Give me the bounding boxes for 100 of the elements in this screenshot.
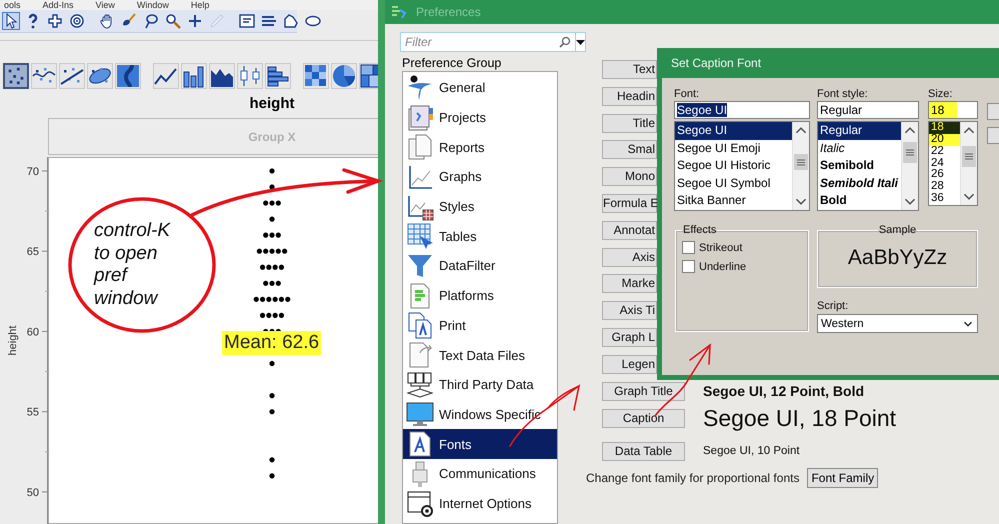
box-plot-icon[interactable] — [237, 62, 263, 88]
font-button[interactable]: Graph L — [602, 328, 657, 347]
list-item[interactable]: Print — [403, 310, 557, 340]
list-item[interactable]: Text Data Files — [403, 340, 557, 370]
list-item[interactable]: 24 — [929, 158, 960, 170]
list-item[interactable]: Segoe UI Historic — [675, 157, 792, 175]
text-box-icon[interactable] — [238, 12, 256, 30]
list-item[interactable]: Sitka Banner — [675, 192, 792, 210]
font-button[interactable]: Axis Ti — [602, 301, 657, 320]
scrollbar-thumb[interactable] — [962, 146, 976, 167]
stacked-documents-icon — [406, 370, 434, 399]
search-icon[interactable] — [559, 36, 571, 48]
list-item[interactable]: Styles — [403, 192, 557, 222]
font-button[interactable]: Mono — [602, 167, 657, 186]
font-button[interactable]: Graph Title — [602, 382, 685, 401]
list-item[interactable]: Semibold Itali — [818, 174, 901, 192]
font-description: Segoe UI, 12 Point, Bold — [703, 383, 864, 400]
menu-item[interactable]: Help — [190, 0, 210, 10]
shape-icon[interactable] — [282, 12, 300, 30]
grip-icon — [797, 158, 805, 166]
font-button[interactable]: Caption — [602, 408, 685, 428]
list-item[interactable]: Italic — [818, 140, 901, 158]
menu-item[interactable]: Add-Ins — [42, 0, 74, 10]
pie-chart-icon[interactable] — [331, 62, 357, 88]
font-family-button[interactable]: Font Family — [807, 468, 878, 488]
font-button[interactable]: Marke — [602, 274, 657, 294]
list-item[interactable]: Regular — [818, 122, 901, 140]
scatter-curve-icon[interactable] — [31, 62, 57, 88]
list-item[interactable]: Tables — [403, 221, 557, 252]
font-button[interactable]: Data Table — [602, 442, 685, 461]
list-item[interactable]: Reports — [403, 132, 557, 162]
font-button[interactable]: Legen — [602, 354, 657, 374]
font-description: Segoe UI, 10 Point — [703, 445, 800, 458]
list-item[interactable]: Fonts — [403, 429, 557, 459]
list-item[interactable]: Graphs — [403, 162, 557, 192]
list-item[interactable]: Platforms — [403, 280, 557, 310]
list-item[interactable]: 26 — [929, 169, 960, 182]
menu-item[interactable]: ools — [4, 0, 21, 10]
list-item[interactable]: Windows Specific — [403, 400, 557, 430]
app-icon — [392, 5, 408, 19]
histogram-icon[interactable] — [265, 62, 291, 88]
menu-item[interactable]: Window — [136, 0, 169, 10]
treemap-icon[interactable] — [359, 62, 378, 88]
size-field[interactable]: 18 — [928, 101, 978, 119]
scrollbar-thumb[interactable] — [794, 154, 808, 170]
font-field[interactable]: Segoe UI — [674, 101, 810, 119]
chart-title: height — [248, 94, 296, 114]
scrollbar[interactable] — [792, 122, 809, 210]
field-label: Font: — [674, 88, 700, 100]
font-description: Segoe UI, 18 Point — [703, 404, 896, 432]
contour-icon[interactable] — [115, 62, 141, 88]
font-button[interactable]: Annotat — [602, 220, 657, 240]
dropdown-button[interactable] — [576, 32, 586, 52]
script-dropdown[interactable]: Western — [817, 314, 978, 333]
list-item[interactable]: Internet Options — [403, 488, 557, 518]
sample-text: AaBbYyZz — [848, 246, 948, 270]
area-chart-icon[interactable] — [209, 62, 235, 88]
font-button[interactable]: Axis — [602, 248, 657, 267]
list-item[interactable]: Communications — [403, 458, 557, 489]
list-item[interactable]: Segoe UI Emoji — [675, 140, 792, 158]
caret-icon — [576, 40, 585, 44]
list-item[interactable]: 18 — [929, 122, 960, 134]
list-item[interactable]: 22 — [929, 146, 960, 158]
checkbox[interactable] — [682, 260, 695, 273]
target-icon[interactable] — [68, 12, 86, 30]
scatter-plot-icon[interactable] — [3, 62, 29, 88]
heatmap-icon[interactable] — [303, 62, 329, 88]
tick-label: 55 — [26, 406, 39, 419]
crosshair-icon[interactable] — [46, 12, 64, 30]
checkbox[interactable] — [682, 241, 695, 254]
list-item[interactable]: Bold — [818, 192, 901, 210]
list-item[interactable]: Segoe UI — [675, 122, 792, 140]
scrollbar-thumb[interactable] — [903, 142, 917, 163]
bar-chart-icon[interactable] — [181, 62, 207, 88]
filter-field[interactable]: Filter — [400, 32, 576, 52]
style-field[interactable]: Regular — [817, 101, 919, 119]
list-item[interactable]: Semibold — [818, 157, 901, 175]
scrollbar[interactable] — [960, 122, 977, 205]
stacked-pages-icon — [406, 104, 434, 132]
list-item[interactable]: General — [403, 73, 557, 103]
list-item[interactable]: DataFilter — [403, 251, 557, 281]
group-label: Sample — [878, 224, 918, 236]
list-item[interactable]: 20 — [929, 134, 960, 146]
font-button[interactable]: Title — [602, 114, 657, 133]
list-item[interactable]: 36 — [929, 193, 960, 205]
arrow-pointer-icon[interactable] — [2, 12, 20, 30]
grip-icon — [965, 153, 973, 160]
list-item[interactable]: Projects — [403, 102, 557, 132]
magnifier-icon[interactable] — [164, 12, 182, 30]
list-item[interactable]: Third Party Data — [403, 370, 557, 400]
plus-icon[interactable] — [186, 12, 204, 30]
menu-item[interactable]: View — [96, 0, 115, 10]
tick-label: 50 — [26, 486, 39, 499]
scrollbar[interactable] — [901, 122, 918, 210]
list-item[interactable]: Segoe UI Symbol — [675, 174, 792, 192]
font-button[interactable]: Headin — [602, 86, 657, 106]
font-button[interactable]: Text — [602, 60, 657, 79]
font-button[interactable]: Smal — [602, 140, 657, 160]
line-chart-icon[interactable] — [153, 62, 179, 88]
list-item[interactable]: 28 — [929, 181, 960, 194]
